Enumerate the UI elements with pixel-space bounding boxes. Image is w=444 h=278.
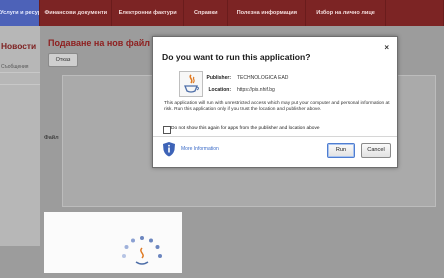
loading-spinner-icon (122, 236, 162, 265)
nav-item-services[interactable]: Услуги и ресурси (0, 0, 41, 26)
nav-item-financial-docs[interactable]: Финансови документи (40, 0, 113, 26)
loading-panel (44, 212, 182, 273)
sidebar-subtitle[interactable]: Съобщения (1, 64, 28, 70)
left-sidebar: Новости Съобщения (0, 26, 40, 246)
top-navigation: Услуги и ресурси Финансови документи Еле… (0, 0, 444, 26)
shield-info-icon (163, 142, 175, 157)
dialog-divider (153, 136, 397, 137)
nav-item-reports[interactable]: Справки (184, 0, 229, 26)
nav-item-more[interactable] (386, 0, 444, 26)
nav-item-useful-info[interactable]: Полезна информация (228, 0, 307, 26)
page-title: Подаване на нов файл (48, 38, 150, 48)
location-value: https://pis.nhif.bg (237, 87, 275, 93)
do-not-show-checkbox[interactable] (163, 126, 171, 134)
sidebar-title: Новости (1, 41, 37, 51)
more-information-link[interactable]: More Information (181, 146, 219, 152)
java-security-dialog: Do you want to run this application? × P… (152, 36, 398, 168)
nav-item-e-invoices[interactable]: Електронни фактури (112, 0, 185, 26)
page-cancel-button[interactable]: Отказ (48, 53, 78, 67)
nav-item-person-choice[interactable]: Избор на лично лице (306, 0, 386, 26)
warning-text: This application will run with unrestric… (164, 101, 390, 113)
dialog-title: Do you want to run this application? (162, 52, 311, 62)
publisher-label: Publisher: (206, 75, 231, 81)
sidebar-row (0, 84, 40, 97)
publisher-value: TECHNOLOGICA EAD (237, 75, 289, 81)
do-not-show-label[interactable]: Do not show this again for apps from the… (171, 126, 320, 131)
location-label: Location: (208, 87, 232, 93)
run-button[interactable]: Run (327, 143, 355, 158)
cancel-button[interactable]: Cancel (361, 143, 391, 158)
close-icon[interactable]: × (384, 43, 389, 52)
file-field-label: Файл (44, 135, 59, 141)
